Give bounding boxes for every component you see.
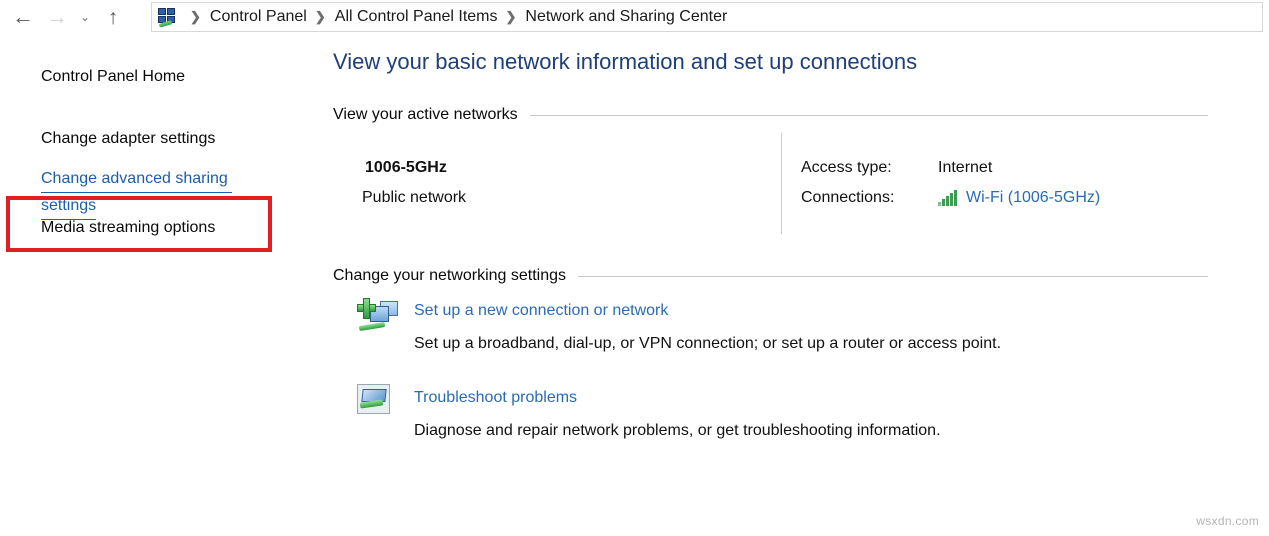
breadcrumb-item-all-control-panel-items[interactable]: All Control Panel Items [335,8,498,26]
wifi-signal-icon [938,190,959,206]
page-title: View your basic network information and … [333,49,918,74]
detail-label-connections: Connections: [801,189,895,206]
detail-value-access-type: Internet [938,159,993,176]
detail-label-access-type: Access type: [801,159,892,176]
section-header-active-networks: View your active networks [333,106,1208,124]
vertical-divider [781,133,782,234]
chevron-down-icon: ⌄ [79,10,91,24]
arrow-right-icon: → [46,4,68,29]
network-sharing-center-icon [157,7,178,28]
task-description-set-up-new-connection: Set up a broadband, dial-up, or VPN conn… [414,335,1002,352]
breadcrumb-separator: ❯ [505,9,517,24]
breadcrumb-separator: ❯ [314,9,326,24]
detail-row-access-type: Access type: Internet [801,159,992,177]
section-title: View your active networks [333,106,518,123]
navigation-buttons: ← → ⌄ ↑ [0,0,130,34]
watermark: wsxdn.com [1196,514,1259,528]
section-title: Change your networking settings [333,267,567,284]
active-network-type: Public network [362,189,467,206]
section-divider [578,275,1208,277]
recent-locations-button[interactable]: ⌄ [74,0,96,34]
task-link-troubleshoot-problems[interactable]: Troubleshoot problems [414,389,577,407]
content-pane: View your basic network information and … [0,34,1269,536]
task-description-troubleshoot-problems: Diagnose and repair network problems, or… [414,422,941,439]
connection-link-wifi[interactable]: Wi-Fi (1006-5GHz) [966,189,1100,207]
breadcrumb-item-control-panel[interactable]: Control Panel [210,8,307,26]
breadcrumb-separator: ❯ [190,9,201,24]
up-one-level-button[interactable]: ↑ [96,0,130,34]
section-header-networking-settings: Change your networking settings [333,267,1208,285]
active-network-name: 1006-5GHz [365,159,447,176]
breadcrumb-item-network-and-sharing-center[interactable]: Network and Sharing Center [525,8,727,26]
section-divider [529,114,1208,116]
arrow-up-icon: ↑ [107,5,119,29]
arrow-left-icon: ← [12,4,34,29]
detail-row-connections: Connections: Wi-Fi (1006-5GHz) [801,189,1100,207]
task-link-set-up-new-connection[interactable]: Set up a new connection or network [414,302,668,320]
back-button[interactable]: ← [6,0,40,34]
forward-button[interactable]: → [40,0,74,34]
breadcrumb[interactable]: ❯ Control Panel ❯ All Control Panel Item… [151,2,1263,32]
